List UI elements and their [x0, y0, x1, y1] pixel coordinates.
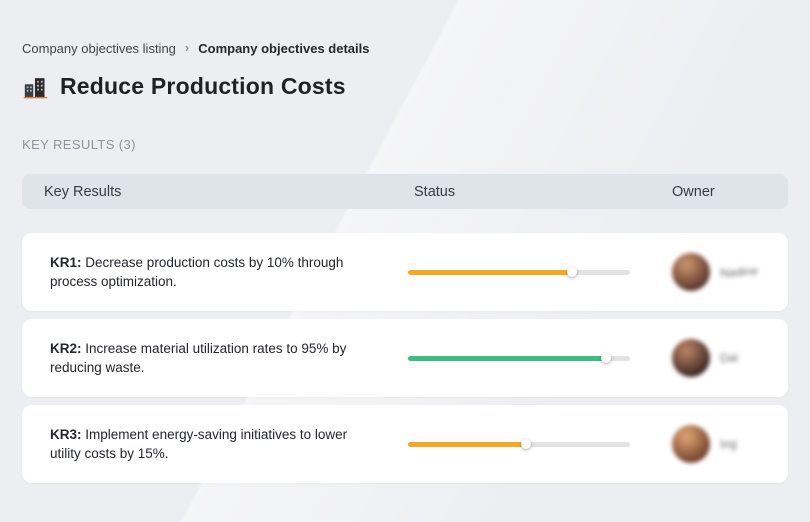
table-row-kr3[interactable]: KR3: Implement energy-saving initiatives… [22, 405, 788, 483]
owner-name: Ing [719, 436, 738, 452]
progress-knob[interactable] [600, 353, 611, 363]
owner-cell: Nadine [672, 253, 788, 291]
kr-label: KR1: [50, 255, 82, 270]
breadcrumb-link-objectives-listing[interactable]: Company objectives listing [22, 41, 176, 56]
progress-fill [408, 441, 526, 447]
owner-name: Dai [719, 350, 739, 366]
column-header-status: Status [414, 183, 456, 200]
owner-cell: Dai [672, 339, 788, 377]
kr-text-cell: KR2: Increase material utilization rates… [22, 339, 408, 377]
owner-name: Nadine [719, 263, 759, 281]
kr-description: Implement energy-saving initiatives to l… [50, 427, 348, 461]
progress-knob[interactable] [520, 439, 531, 449]
avatar [672, 425, 710, 463]
key-results-count-label: KEY RESULTS (3) [22, 137, 136, 152]
status-cell [408, 267, 672, 277]
progress-fill [408, 269, 573, 275]
breadcrumb-current-objectives-details: Company objectives details [198, 41, 370, 56]
kr-description: Decrease production costs by 10% through… [50, 255, 344, 289]
breadcrumb: Company objectives listing › Company obj… [22, 0, 788, 56]
building-icon [22, 73, 49, 100]
progress-fill [408, 355, 606, 361]
column-header-key-results: Key Results [44, 183, 122, 200]
kr-text-cell: KR3: Implement energy-saving initiatives… [22, 425, 408, 463]
table-row-kr2[interactable]: KR2: Increase material utilization rates… [22, 319, 788, 397]
column-header-owner: Owner [672, 183, 715, 200]
avatar [672, 253, 710, 291]
progress-bar[interactable] [408, 267, 630, 277]
status-cell [408, 439, 672, 449]
status-cell [408, 353, 672, 363]
owner-cell: Ing [672, 425, 788, 463]
kr-label: KR2: [50, 341, 82, 356]
page-title-row: Reduce Production Costs [22, 73, 788, 100]
progress-bar[interactable] [408, 353, 630, 363]
kr-label: KR3: [50, 427, 82, 442]
avatar [672, 339, 710, 377]
table-header: Key Results Status Owner [22, 174, 788, 209]
progress-bar[interactable] [408, 439, 630, 449]
kr-text-cell: KR1: Decrease production costs by 10% th… [22, 253, 408, 291]
chevron-right-icon: › [184, 40, 190, 55]
table-row-kr1[interactable]: KR1: Decrease production costs by 10% th… [22, 233, 788, 311]
progress-knob[interactable] [567, 267, 578, 277]
kr-description: Increase material utilization rates to 9… [50, 341, 347, 375]
page-title: Reduce Production Costs [60, 73, 346, 99]
objective-details-page: Company objectives listing › Company obj… [0, 0, 810, 483]
